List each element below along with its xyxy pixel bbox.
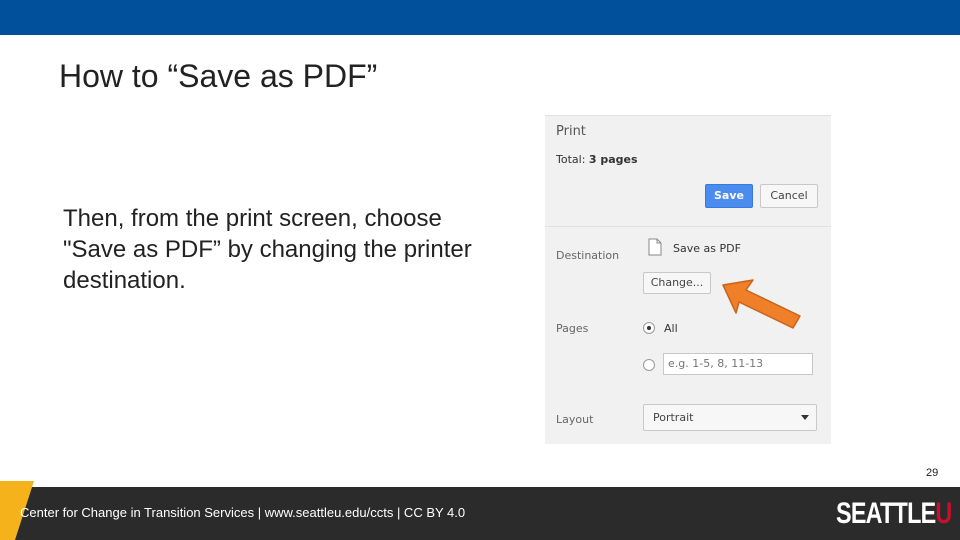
slide-title: How to “Save as PDF” <box>59 58 378 94</box>
dialog-divider <box>545 226 831 227</box>
seattle-u-logo: SEATTLEU <box>836 497 952 531</box>
pages-range-input[interactable] <box>663 353 813 375</box>
chevron-down-icon <box>801 415 809 420</box>
document-icon <box>648 238 662 256</box>
footer-text: Center for Change in Transition Services… <box>20 505 466 520</box>
print-total-value: 3 pages <box>588 153 638 166</box>
layout-label: Layout <box>556 413 594 426</box>
layout-select-value: Portrait <box>653 411 694 424</box>
print-dialog-heading: Print <box>556 124 586 139</box>
print-total: Total: 3 pages <box>556 153 638 166</box>
destination-value: Save as PDF <box>673 242 741 255</box>
header-bar <box>0 0 960 35</box>
pages-custom-radio[interactable] <box>643 359 655 371</box>
logo-main: SEATTLE <box>836 497 936 530</box>
pages-all-radio[interactable] <box>643 322 655 334</box>
layout-select[interactable]: Portrait <box>643 404 817 431</box>
slide-body-text: Then, from the print screen, choose "Sav… <box>63 205 472 294</box>
logo-accent: U <box>935 497 952 530</box>
print-total-label: Total: <box>556 153 586 166</box>
pages-label: Pages <box>556 322 589 335</box>
arrow-icon <box>722 279 801 329</box>
cancel-button[interactable]: Cancel <box>760 184 818 208</box>
pages-all-label: All <box>664 322 678 335</box>
page-number: 29 <box>926 467 939 479</box>
save-button[interactable]: Save <box>705 184 753 208</box>
change-destination-button[interactable]: Change... <box>643 272 711 294</box>
destination-label: Destination <box>556 249 620 262</box>
